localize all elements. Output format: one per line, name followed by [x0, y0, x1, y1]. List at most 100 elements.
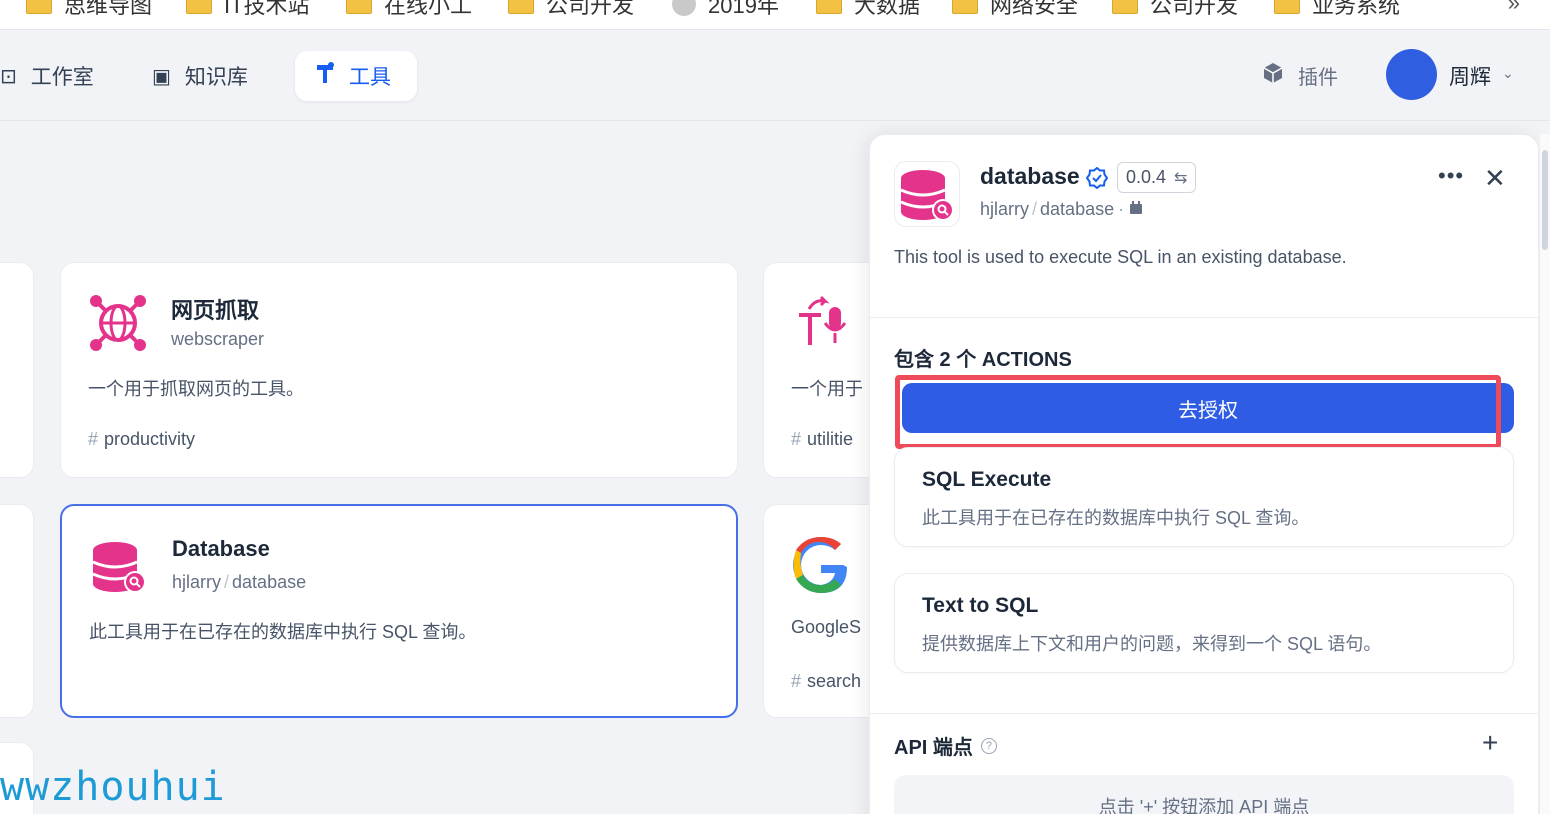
- action-title: Text to SQL: [922, 594, 1039, 617]
- annotation-highlight-box: [895, 375, 1501, 449]
- action-card-sql-execute[interactable]: SQL Execute 此工具用于在已存在的数据库中执行 SQL 查询。: [894, 447, 1514, 547]
- dot-separator: ·: [1118, 199, 1125, 219]
- hash-icon: #: [88, 429, 99, 449]
- folder-icon: [1112, 0, 1138, 14]
- text-to-speech-icon: [791, 293, 851, 353]
- panel-author-line: hjlarry / database ·: [980, 199, 1144, 220]
- bookmark-item[interactable]: 思维导图: [26, 0, 152, 20]
- api-endpoints-heading: API 端点 ?: [894, 731, 997, 760]
- bookmark-label: IT技术站: [224, 0, 310, 18]
- panel-title: database: [980, 163, 1080, 189]
- scrollbar-thumb[interactable]: [1542, 150, 1548, 250]
- bookmark-item[interactable]: 网络安全: [952, 0, 1078, 20]
- tool-card-database[interactable]: Database hjlarry / database 此工具用于在已存在的数据库中…: [60, 504, 738, 718]
- bookmarks-overflow-button[interactable]: »: [1508, 0, 1520, 16]
- panel-author[interactable]: hjlarry: [980, 199, 1029, 219]
- nav-knowledge-label: 知识库: [184, 66, 248, 89]
- source-icon: [1128, 199, 1144, 219]
- nav-plugins[interactable]: 插件: [1262, 61, 1338, 90]
- card-description: 此工具用于在已存在的数据库中执行 SQL 查询。: [89, 622, 477, 642]
- card-title: Database: [172, 536, 270, 561]
- card-author: hjlarry: [172, 572, 222, 592]
- author-separator: /: [1032, 199, 1038, 219]
- tool-card-partial[interactable]: [0, 504, 34, 718]
- bookmark-label: 在线小工: [384, 0, 473, 18]
- hash-icon: #: [791, 429, 802, 449]
- card-subtitle: webscraper: [171, 329, 265, 349]
- bookmark-label: 业务系统: [1312, 0, 1401, 18]
- action-card-text-to-sql[interactable]: Text to SQL 提供数据库上下文和用户的问题，来得到一个 SQL 语句。: [894, 573, 1514, 673]
- folder-icon: [952, 0, 978, 14]
- card-tag-label: productivity: [104, 429, 196, 449]
- bookmarks-bar: 思维导图 IT技术站 在线小工 公司开发 2019年 大数据 网络安全 公司开发…: [0, 0, 1550, 30]
- book-icon: ▣: [152, 65, 171, 88]
- help-icon[interactable]: ?: [980, 737, 997, 754]
- folder-icon: [508, 0, 534, 14]
- api-endpoints-empty-state: 点击 '+' 按钮添加 API 端点: [894, 775, 1514, 814]
- nav-tools-label: 工具: [349, 66, 391, 89]
- card-tag-label: search: [807, 671, 862, 691]
- chevron-down-icon[interactable]: ⌄: [1502, 65, 1514, 82]
- card-description: 一个用于: [791, 379, 863, 399]
- bookmark-item[interactable]: 大数据: [816, 0, 920, 20]
- cube-icon: [1262, 62, 1284, 90]
- tool-detail-panel: database 0.0.4 ⇆ hjlarry / database · ••• ✕…: [869, 134, 1539, 814]
- verified-badge-icon: [1085, 166, 1109, 190]
- bookmark-label: 网络安全: [990, 0, 1079, 18]
- top-navigation: ⊡ 工作室 ▣ 知识库 工具 插件 周辉 ⌄: [0, 31, 1550, 121]
- bookmark-label: 大数据: [854, 0, 921, 18]
- bookmark-item[interactable]: 公司开发: [1112, 0, 1238, 20]
- avatar[interactable]: [1386, 49, 1437, 100]
- more-options-button[interactable]: •••: [1438, 163, 1464, 189]
- watermark-text: wwzhouhui: [0, 764, 226, 810]
- action-description: 提供数据库上下文和用户的问题，来得到一个 SQL 语句。: [922, 634, 1382, 654]
- hash-icon: #: [791, 671, 802, 691]
- card-tag: # search: [791, 671, 861, 692]
- card-tag-label: utilitie: [807, 429, 854, 449]
- card-separator: /: [224, 572, 230, 592]
- globe-icon: [672, 0, 696, 16]
- folder-icon: [816, 0, 842, 14]
- database-icon: [894, 161, 960, 227]
- bookmark-item[interactable]: 2019年: [672, 0, 779, 20]
- panel-repo: database: [1040, 199, 1115, 219]
- bookmark-item[interactable]: 在线小工: [346, 0, 472, 20]
- nav-tools[interactable]: 工具: [295, 51, 417, 101]
- bookmark-label: 公司开发: [1150, 0, 1239, 18]
- version-label: 0.0.4: [1126, 167, 1167, 187]
- card-description: 一个用于抓取网页的工具。: [88, 379, 304, 399]
- close-button[interactable]: ✕: [1484, 163, 1506, 194]
- user-name[interactable]: 周辉: [1449, 61, 1491, 91]
- api-endpoints-label: API 端点: [894, 737, 973, 759]
- bookmark-label: 2019年: [708, 0, 779, 18]
- version-selector[interactable]: 0.0.4 ⇆: [1117, 162, 1197, 193]
- web-scraper-icon: [88, 293, 148, 353]
- tools-icon: [315, 62, 335, 90]
- folder-icon: [346, 0, 372, 14]
- bookmark-label: 思维导图: [64, 0, 153, 18]
- bookmark-item[interactable]: 业务系统: [1274, 0, 1400, 20]
- folder-icon: [26, 0, 52, 14]
- bookmark-item[interactable]: IT技术站: [186, 0, 310, 20]
- tool-card-webscraper[interactable]: 网页抓取 webscraper 一个用于抓取网页的工具。 # productivi…: [60, 262, 738, 478]
- tool-card-partial[interactable]: [0, 262, 34, 478]
- panel-description: This tool is used to execute SQL in an e…: [894, 247, 1347, 267]
- nav-studio[interactable]: ⊡ 工作室: [0, 51, 114, 101]
- card-tag: # utilitie: [791, 429, 853, 450]
- robot-icon: ⊡: [0, 65, 17, 88]
- divider: [870, 317, 1538, 318]
- folder-icon: [186, 0, 212, 14]
- bookmark-item[interactable]: 公司开发: [508, 0, 634, 20]
- card-repo: database: [232, 572, 307, 592]
- switch-icon: ⇆: [1174, 169, 1188, 187]
- bookmark-label: 公司开发: [546, 0, 635, 18]
- nav-knowledge[interactable]: ▣ 知识库: [132, 51, 268, 101]
- add-endpoint-button[interactable]: +: [1482, 727, 1498, 759]
- nav-studio-label: 工作室: [30, 66, 94, 89]
- card-title: 网页抓取: [171, 298, 260, 323]
- nav-plugins-label: 插件: [1298, 67, 1338, 89]
- action-title: SQL Execute: [922, 468, 1052, 491]
- card-subtitle: hjlarry / database: [172, 572, 306, 593]
- divider: [870, 713, 1538, 714]
- card-tag: # productivity: [88, 429, 195, 450]
